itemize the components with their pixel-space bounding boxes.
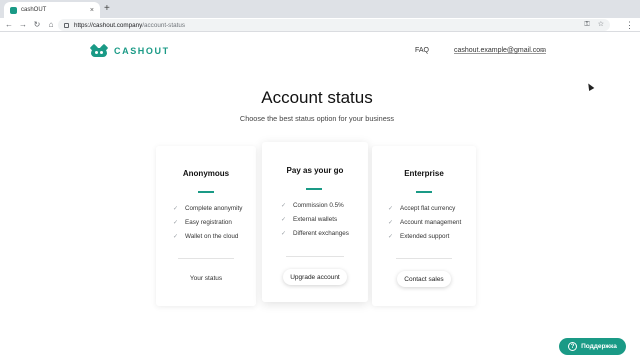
lock-icon <box>64 22 69 28</box>
forward-icon[interactable]: → <box>16 18 30 32</box>
plan-card-anonymous: Anonymous ✓ Complete anonymity ✓ Easy regi… <box>156 146 256 306</box>
plan-features: ✓ Complete anonymity ✓ Easy registration ✓… <box>173 201 242 243</box>
raccoon-logo-icon <box>89 43 109 57</box>
check-icon: ✓ <box>281 216 287 223</box>
chevron-down-icon[interactable]: ⌄ <box>540 46 546 54</box>
check-icon: ✓ <box>281 230 287 237</box>
current-status-label: Your status <box>189 275 223 282</box>
plan-title: Enterprise <box>404 169 444 178</box>
key-icon[interactable]: ⚿ <box>584 19 589 31</box>
check-icon: ✓ <box>388 233 394 240</box>
address-bar[interactable]: https://cashout.company/account-status ⚿… <box>58 19 610 31</box>
browser-tab[interactable]: cashOUT × <box>4 2 100 18</box>
feature-item: ✓ External wallets <box>281 215 338 223</box>
back-icon[interactable]: ← <box>2 18 16 32</box>
feature-item: ✓ Accept flat currency <box>388 204 456 212</box>
user-email-menu[interactable]: cashout.example@gmail.com <box>454 47 546 54</box>
feature-item: ✓ Account management <box>388 218 462 226</box>
plan-title-underline <box>416 191 432 193</box>
browser-tab-bar: cashOUT × + <box>0 0 640 18</box>
new-tab-button[interactable]: + <box>104 3 110 15</box>
browser-toolbar: ← → ↻ ⌂ https://cashout.company/account-… <box>0 18 640 32</box>
star-icon[interactable]: ☆ <box>598 19 604 31</box>
plan-card-enterprise: Enterprise ✓ Accept flat currency ✓ Accoun… <box>372 146 476 306</box>
support-label: Поддержка <box>581 343 617 350</box>
logo[interactable]: CASHOUT <box>89 43 170 57</box>
feature-item: ✓ Commission 0.5% <box>281 201 344 209</box>
plan-features: ✓ Accept flat currency ✓ Account managemen… <box>388 201 461 243</box>
plan-title-underline <box>198 191 214 193</box>
feature-item: ✓ Easy registration <box>173 218 232 226</box>
browser-menu-icon[interactable]: ⋮ <box>625 18 634 32</box>
page-subtitle: Choose the best status option for your b… <box>239 114 395 123</box>
card-divider <box>286 256 344 257</box>
plan-title-underline <box>306 188 322 190</box>
check-icon: ✓ <box>388 219 394 226</box>
feature-item: ✓ Wallet on the cloud <box>173 232 239 240</box>
feature-item: ✓ Different exchanges <box>281 229 349 237</box>
upgrade-account-button[interactable]: Upgrade account <box>283 269 347 285</box>
support-chat-button[interactable]: ? Поддержка <box>559 338 626 355</box>
tab-title: cashOUT <box>21 7 47 13</box>
reload-icon[interactable]: ↻ <box>30 18 44 32</box>
card-divider <box>178 258 234 259</box>
check-icon: ✓ <box>173 233 179 240</box>
logo-text: CASHOUT <box>114 46 170 56</box>
home-icon[interactable]: ⌂ <box>44 18 58 32</box>
url-path: /account-status <box>142 21 185 29</box>
page-title: Account status <box>261 88 373 107</box>
card-divider <box>396 258 452 259</box>
faq-link[interactable]: FAQ <box>415 47 429 54</box>
check-icon: ✓ <box>388 205 394 212</box>
favicon-icon <box>10 6 17 14</box>
check-icon: ✓ <box>281 202 287 209</box>
site-header: CASHOUT FAQ cashout.example@gmail.com ⌄ <box>89 43 550 61</box>
plan-card-pay-as-you-go: Pay as your go ✓ Commission 0.5% ✓ Externa… <box>262 142 368 302</box>
plan-title: Pay as your go <box>286 166 344 175</box>
check-icon: ✓ <box>173 219 179 226</box>
url-host: https://cashout.company <box>74 21 143 29</box>
check-icon: ✓ <box>173 205 179 212</box>
contact-sales-button[interactable]: Contact sales <box>397 271 451 287</box>
page-content: CASHOUT FAQ cashout.example@gmail.com ⌄ … <box>0 33 640 360</box>
question-icon: ? <box>568 342 578 351</box>
tab-close-icon[interactable]: × <box>90 7 94 14</box>
feature-item: ✓ Extended support <box>388 232 450 240</box>
plan-title: Anonymous <box>182 169 230 178</box>
feature-item: ✓ Complete anonymity <box>173 204 243 212</box>
plan-features: ✓ Commission 0.5% ✓ External wallets ✓ Diff… <box>281 198 349 240</box>
